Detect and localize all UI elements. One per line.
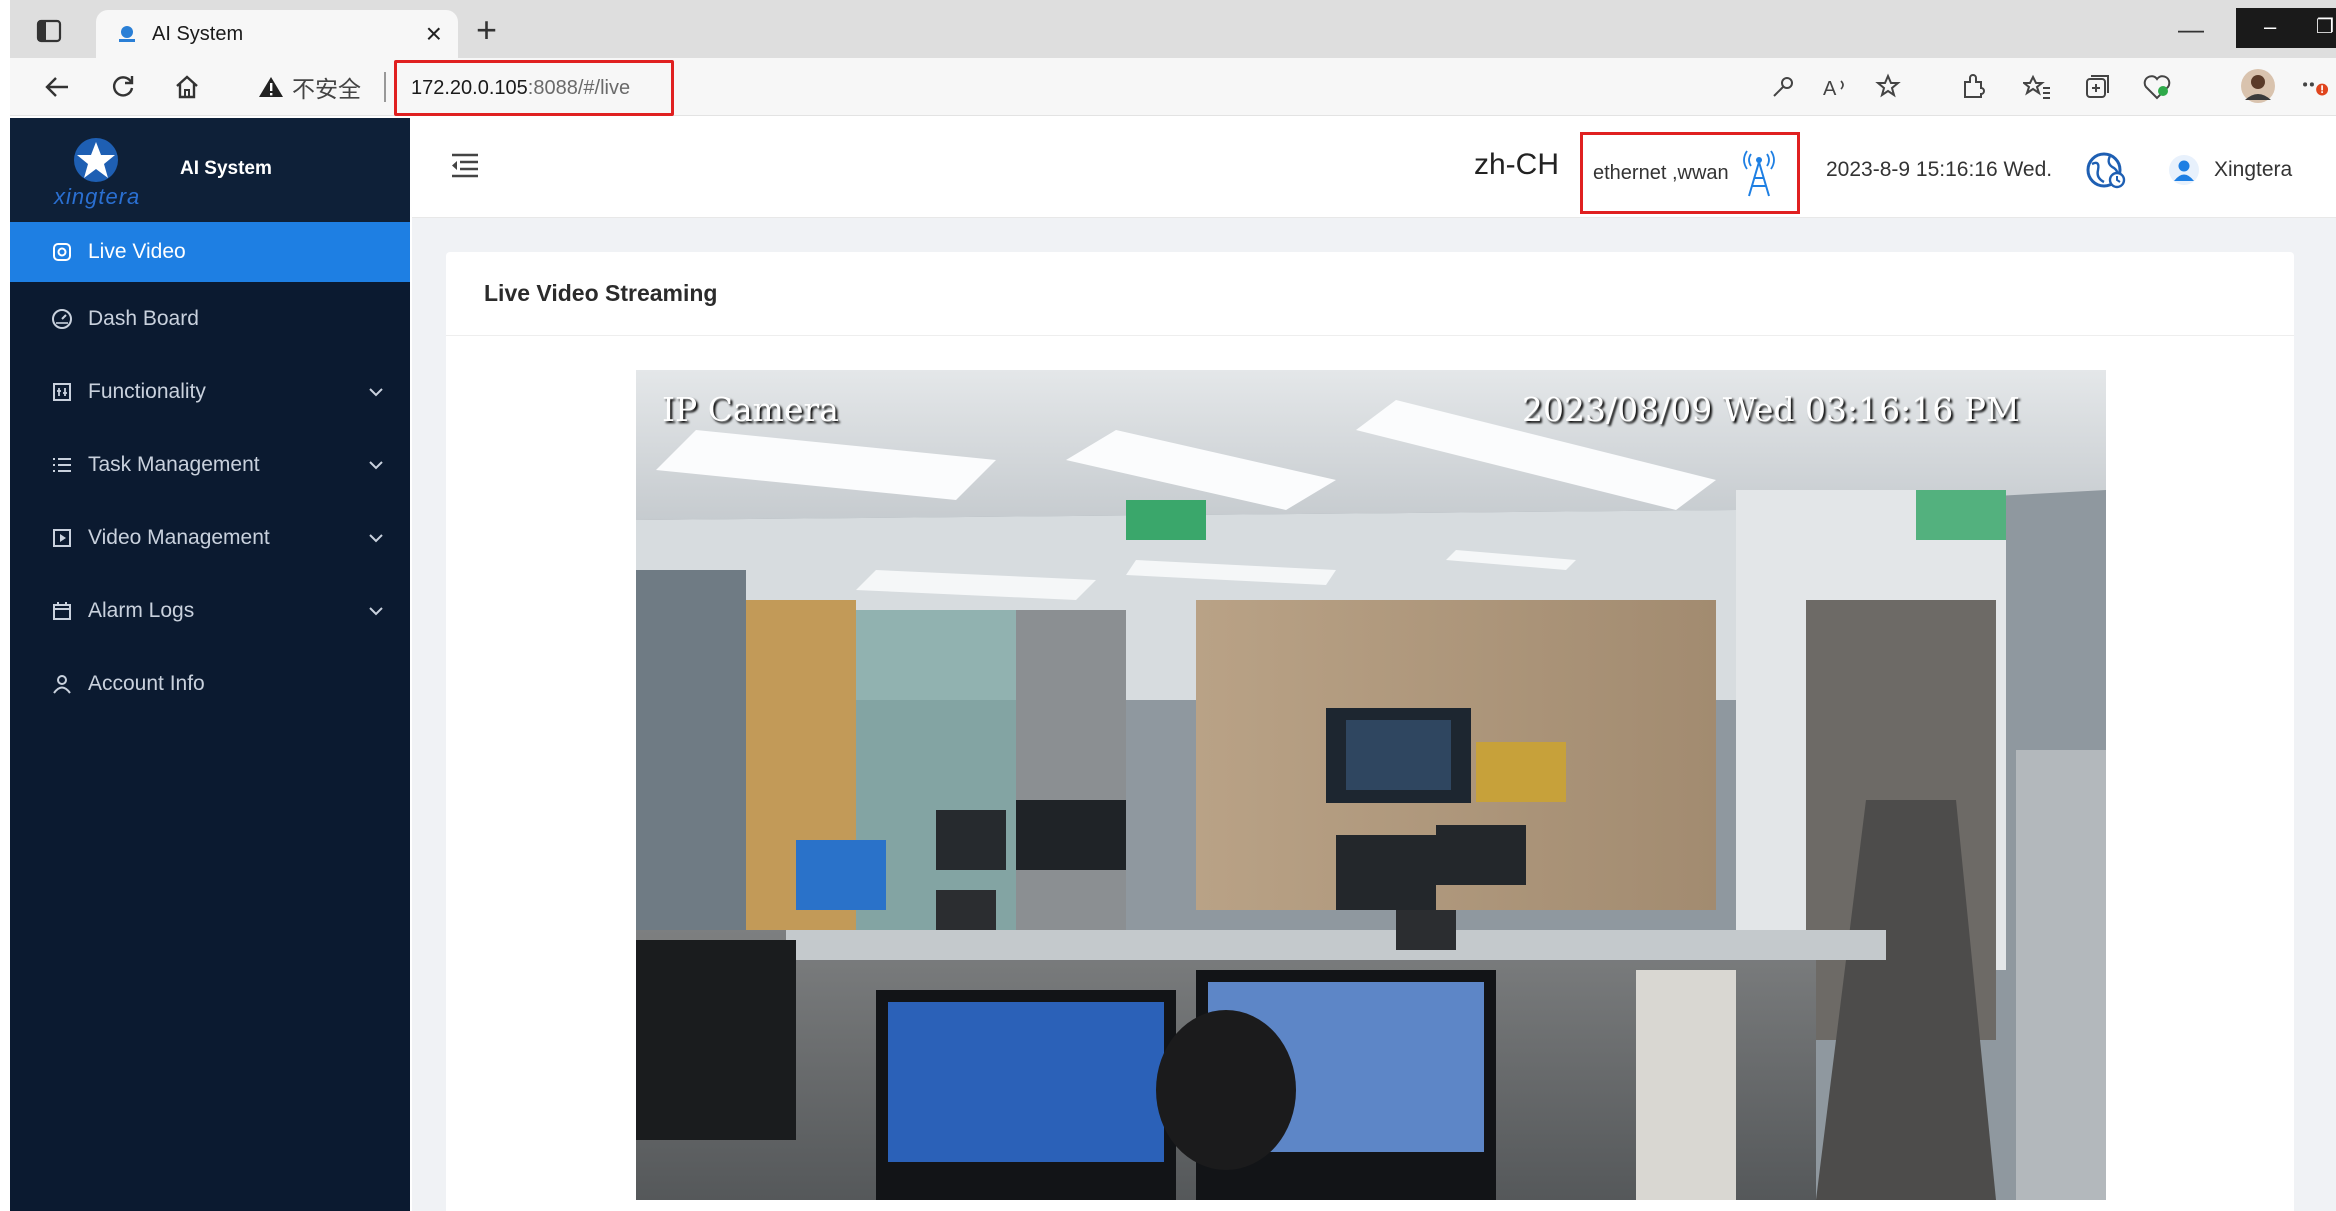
logo-area: xingtera AI System	[10, 118, 410, 222]
security-warning-text: 不安全	[292, 76, 361, 102]
live-video-card: Live Video Streaming IP Camera 2023/08/0…	[446, 252, 2294, 1211]
new-tab-button[interactable]: +	[476, 12, 497, 48]
favorite-star-icon[interactable]	[1872, 70, 1906, 104]
sidebar-item-dash-board[interactable]: Dash Board	[10, 282, 410, 355]
sidebar-item-label: Account Info	[88, 671, 205, 695]
chevron-down-icon	[368, 428, 384, 501]
sidebar-item-video-management[interactable]: Video Management	[10, 501, 410, 574]
browser-toolbar: 不安全 172.20.0.105:8088/#/live A	[10, 58, 2336, 116]
window-restore-icon[interactable]: ❐	[2316, 14, 2334, 39]
top-header: zh-CH ethernet ,wwan 2023-8-9 15:16:16 W…	[412, 118, 2336, 218]
user-avatar-icon[interactable]	[2168, 154, 2200, 186]
browser-essentials-icon[interactable]	[2140, 70, 2174, 104]
browser-tab[interactable]: AI System ×	[96, 10, 458, 58]
sidebar-item-label: Video Management	[88, 525, 270, 549]
password-key-icon[interactable]	[1766, 70, 1800, 104]
extensions-icon[interactable]	[1956, 70, 1990, 104]
svg-text:A: A	[1823, 78, 1837, 99]
url-host: 172.20.0.105	[411, 76, 528, 99]
sidebar-item-label: Task Management	[88, 452, 260, 476]
card-title: Live Video Streaming	[446, 252, 2294, 336]
profile-avatar[interactable]	[2238, 66, 2278, 106]
sidebar-item-label: Functionality	[88, 379, 206, 403]
logo-text: xingtera	[54, 184, 141, 209]
globe-icon[interactable]	[2084, 148, 2128, 192]
home-icon[interactable]	[170, 70, 204, 104]
username[interactable]: Xingtera	[2214, 158, 2292, 182]
sidebar-item-alarm-logs[interactable]: Alarm Logs	[10, 574, 410, 647]
list-icon	[50, 453, 74, 477]
url-path: :8088/#/live	[527, 76, 631, 99]
more-menu-icon[interactable]	[2300, 70, 2334, 104]
camera-feed-image	[636, 370, 2106, 1200]
star-logo-icon	[74, 138, 118, 182]
app-title: AI System	[180, 158, 272, 179]
tab-close-button[interactable]: ×	[426, 20, 442, 48]
window-controls: – ❐	[2236, 8, 2336, 48]
calendar-icon	[50, 599, 74, 623]
live-video-player[interactable]: IP Camera 2023/08/09 Wed 03:16:16 PM	[636, 370, 2106, 1200]
antenna-icon	[1742, 150, 1775, 197]
camera-timestamp-overlay: 2023/08/09 Wed 03:16:16 PM	[1522, 390, 2020, 429]
address-bar[interactable]: 172.20.0.105:8088/#/live	[394, 60, 674, 116]
camera-icon	[50, 240, 74, 264]
read-aloud-icon[interactable]: A	[1820, 70, 1854, 104]
favorites-list-icon[interactable]	[2020, 70, 2054, 104]
sidebar-item-account-info[interactable]: Account Info	[10, 647, 410, 720]
sidebar-item-live-video[interactable]: Live Video	[10, 222, 410, 282]
window-minimize-button[interactable]: —	[2178, 14, 2204, 45]
tab-actions-icon[interactable]	[32, 14, 66, 48]
network-status-text: ethernet ,wwan	[1593, 161, 1729, 184]
chevron-down-icon	[368, 501, 384, 574]
user-icon	[50, 672, 74, 696]
sidebar-item-label: Alarm Logs	[88, 598, 195, 622]
functionality-icon	[50, 380, 74, 404]
screen: AI System × + — – ❐ 不安全 172.20.0.105:808…	[0, 0, 2336, 1211]
sidebar-item-task-management[interactable]: Task Management	[10, 428, 410, 501]
collections-icon[interactable]	[2080, 70, 2114, 104]
camera-name-overlay: IP Camera	[662, 390, 839, 429]
refresh-icon[interactable]	[106, 70, 140, 104]
language-switch[interactable]: zh-CH	[1474, 148, 1559, 182]
chevron-down-icon	[368, 355, 384, 428]
sidebar-menu: Live Video Dash Board Functionality Task…	[10, 222, 410, 720]
sidebar-item-label: Dash Board	[88, 306, 199, 330]
sidebar-item-functionality[interactable]: Functionality	[10, 355, 410, 428]
security-warning[interactable]: 不安全	[258, 72, 361, 102]
main-area: zh-CH ethernet ,wwan 2023-8-9 15:16:16 W…	[412, 118, 2336, 1211]
menu-fold-icon[interactable]	[448, 148, 482, 182]
tab-favicon-icon	[119, 26, 135, 42]
warning-icon	[259, 77, 283, 97]
network-status: ethernet ,wwan	[1580, 132, 1800, 214]
tab-title: AI System	[152, 22, 244, 45]
window-minimize-dark-button[interactable]: –	[2264, 14, 2276, 40]
browser-tab-strip: AI System × + — – ❐	[10, 0, 2336, 58]
sidebar-item-label: Live Video	[88, 240, 186, 263]
dashboard-icon	[50, 307, 74, 331]
back-icon[interactable]	[40, 70, 74, 104]
address-separator	[384, 72, 386, 102]
sidebar: xingtera AI System Live Video Dash Board	[10, 118, 410, 1211]
chevron-down-icon	[368, 574, 384, 647]
video-icon	[50, 526, 74, 550]
current-datetime: 2023-8-9 15:16:16 Wed.	[1826, 158, 2053, 181]
